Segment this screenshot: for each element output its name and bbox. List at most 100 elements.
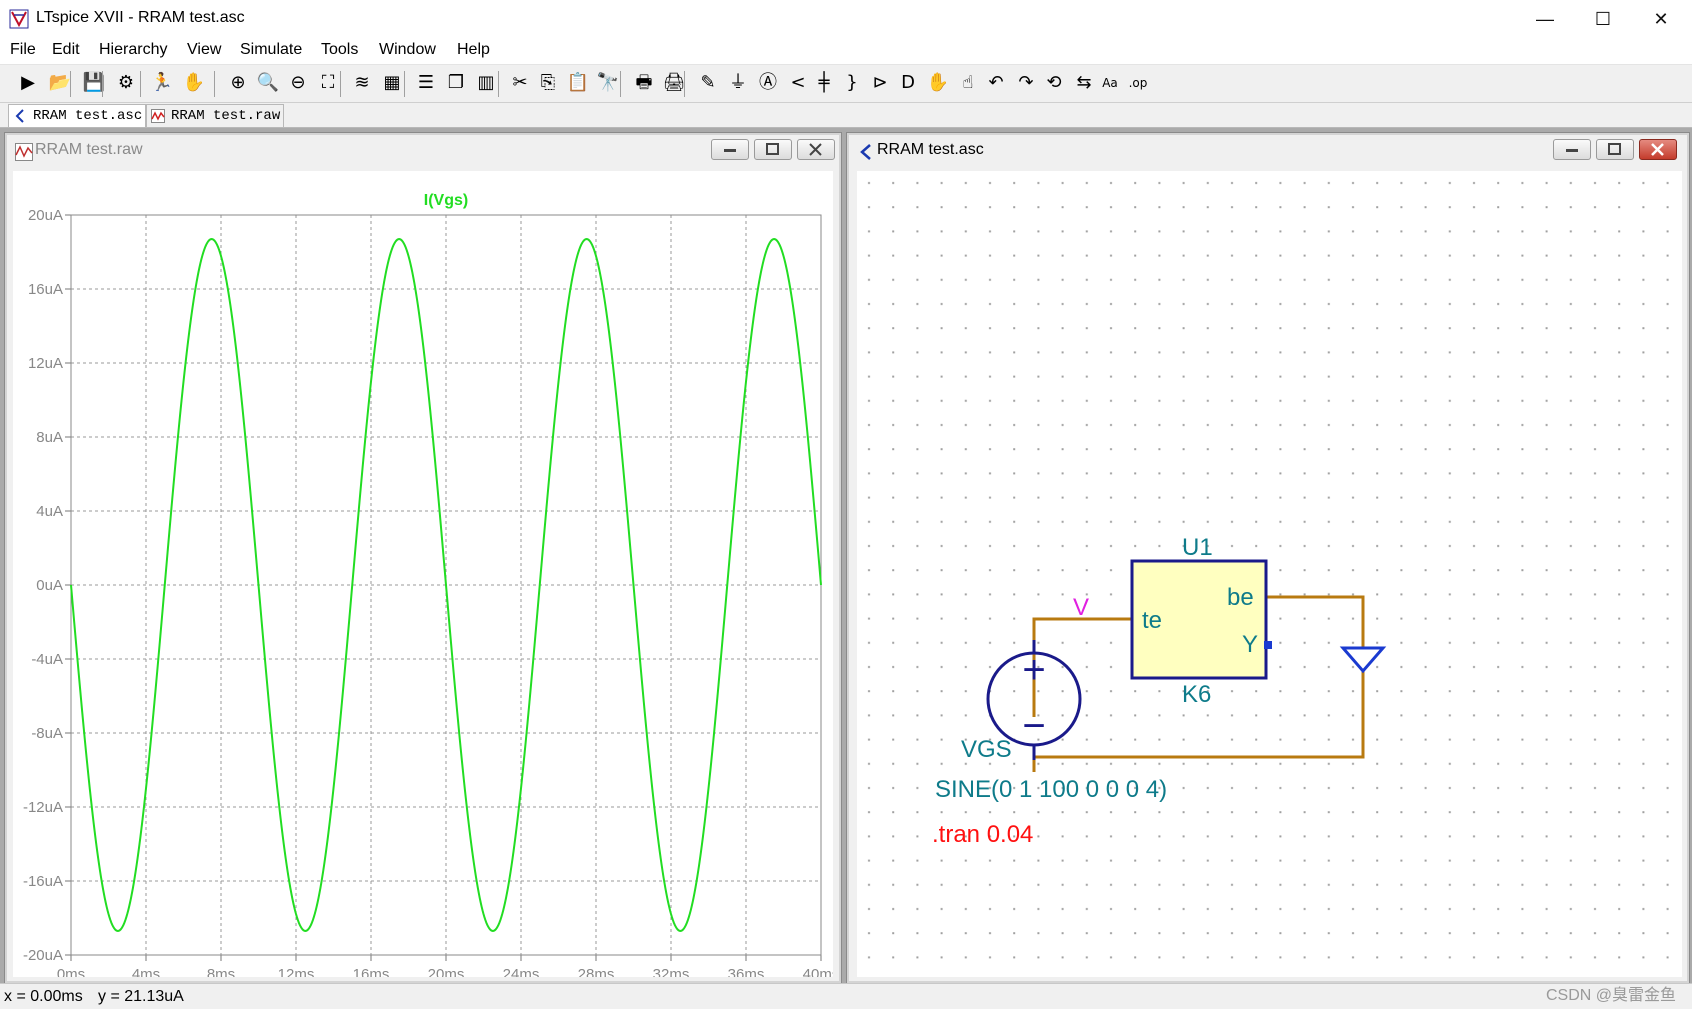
y-tick-label: -8uA — [31, 725, 63, 742]
halt-icon[interactable]: ✋ — [182, 71, 206, 95]
waveform-window[interactable]: RRAM test.raw 0ms 4ms 8ms 12ms 16ms 20ms 24ms 2… — [4, 132, 842, 984]
pin-be-label: be — [1227, 584, 1254, 611]
grid-icon[interactable]: ▦ — [380, 71, 404, 95]
zoom-fit-icon[interactable]: ⛶ — [316, 71, 340, 95]
cascade-icon[interactable]: ❐ — [444, 71, 468, 95]
tab-label: RRAM test.raw — [171, 108, 281, 124]
autorange-icon[interactable]: ≋ — [350, 71, 374, 95]
spice-directive[interactable]: .tran 0.04 — [932, 821, 1033, 848]
redo-icon[interactable]: ↷ — [1014, 71, 1038, 95]
open-icon[interactable]: 📂 — [48, 71, 72, 95]
status-bar: x = 0.00ms y = 21.13uA — [0, 983, 1692, 1009]
restore-icon — [1608, 143, 1621, 155]
waveform-minimize-button[interactable] — [711, 139, 749, 160]
find-icon[interactable]: 🔭 — [596, 71, 620, 95]
ltspice-app-icon — [9, 9, 29, 29]
schematic-icon — [860, 144, 871, 160]
schematic-minimize-button[interactable] — [1553, 139, 1591, 160]
zoom-out-icon[interactable]: ⊖ — [286, 71, 310, 95]
schematic-canvas[interactable]: U1 K6 te be Y + − VGS SINE(0 1 100 0 0 0… — [857, 171, 1682, 977]
x-tick-label: 20ms — [428, 966, 465, 977]
plot-background — [13, 171, 833, 977]
mirror-icon[interactable]: ⇆ — [1072, 71, 1096, 95]
title-bar: LTspice XVII - RRAM test.asc — ☐ ✕ — [0, 0, 1692, 38]
minimize-button[interactable]: — — [1516, 0, 1574, 38]
waveform-close-button[interactable] — [797, 139, 835, 160]
rotate-icon[interactable]: ⟲ — [1042, 71, 1066, 95]
menu-file[interactable]: File — [10, 41, 36, 59]
schematic-icon — [15, 109, 24, 123]
y-tick-label: -4uA — [31, 651, 63, 668]
x-tick-label: 16ms — [353, 966, 390, 977]
x-tick-label: 8ms — [207, 966, 235, 977]
schematic-window[interactable]: RRAM test.asc U1 K6 te be Y + − VGS SINE… — [846, 132, 1690, 984]
undo-icon[interactable]: ↶ — [984, 71, 1008, 95]
spice-directive-icon[interactable]: .op — [1126, 71, 1150, 95]
tab-rram-asc[interactable]: RRAM test.asc — [8, 104, 146, 127]
print-icon[interactable]: 🖶 — [632, 71, 656, 95]
tile-vertical-icon[interactable]: ▥ — [474, 71, 498, 95]
y-tick-label: 0uA — [36, 577, 63, 594]
x-tick-label: 40ms — [803, 966, 833, 977]
y-tick-label: -12uA — [23, 799, 63, 816]
minimize-icon: — — [1536, 8, 1554, 29]
menu-tools[interactable]: Tools — [321, 41, 358, 59]
draw-wire-icon[interactable]: ✎ — [696, 71, 720, 95]
trace-label[interactable]: I(Vgs) — [424, 192, 468, 209]
drag-icon[interactable]: ☝ — [956, 71, 980, 95]
inductor-icon[interactable]: } — [840, 71, 864, 95]
capacitor-icon[interactable]: ╪ — [812, 71, 836, 95]
cut-icon[interactable]: ✂ — [508, 71, 532, 95]
menu-hierarchy[interactable]: Hierarchy — [99, 41, 167, 59]
mdi-workspace: RRAM test.raw 0ms 4ms 8ms 12ms 16ms 20ms 24ms 2… — [0, 128, 1692, 984]
ground-icon[interactable]: ⏚ — [726, 71, 750, 95]
close-button[interactable]: ✕ — [1632, 0, 1690, 38]
text-icon[interactable]: Aa — [1098, 71, 1122, 95]
control-panel-icon[interactable]: ⚙ — [114, 71, 138, 95]
waveform-restore-button[interactable] — [754, 139, 792, 160]
schematic-close-button[interactable] — [1639, 139, 1677, 160]
menu-window[interactable]: Window — [379, 41, 436, 59]
zoom-pan-icon[interactable]: 🔍 — [256, 71, 280, 95]
x-tick-label: 12ms — [278, 966, 315, 977]
tile-horizontal-icon[interactable]: ☰ — [414, 71, 438, 95]
component-model: K6 — [1182, 681, 1211, 708]
close-icon: ✕ — [1653, 8, 1669, 29]
print-setup-icon[interactable]: 🖨 — [662, 71, 686, 95]
waveform-plot[interactable]: 0ms 4ms 8ms 12ms 16ms 20ms 24ms 28ms 32ms 36ms 40m… — [13, 171, 833, 977]
net-label-v[interactable]: V — [1073, 594, 1089, 621]
x-tick-label: 28ms — [578, 966, 615, 977]
resistor-icon[interactable]: < — [786, 71, 810, 95]
zoom-in-icon[interactable]: ⊕ — [226, 71, 250, 95]
component-icon[interactable]: D — [896, 71, 920, 95]
run-icon[interactable]: 🏃 — [150, 71, 174, 95]
waveform-icon — [15, 143, 33, 161]
maximize-button[interactable]: ☐ — [1574, 0, 1632, 38]
label-net-icon[interactable]: Ⓐ — [756, 71, 780, 95]
menu-help[interactable]: Help — [457, 41, 490, 59]
close-icon — [809, 143, 822, 156]
paste-icon[interactable]: 📋 — [566, 71, 590, 95]
schematic-restore-button[interactable] — [1596, 139, 1634, 160]
move-icon[interactable]: ✋ — [926, 71, 950, 95]
source-ref: VGS — [961, 736, 1012, 763]
menu-bar: File Edit Hierarchy View Simulate Tools … — [0, 38, 1692, 65]
menu-view[interactable]: View — [187, 41, 221, 59]
x-tick-label: 4ms — [132, 966, 160, 977]
status-x: x = 0.00ms — [4, 988, 83, 1005]
toolbar-separator — [620, 71, 621, 97]
new-schematic-icon[interactable]: ▶ — [16, 71, 40, 95]
component-ref: U1 — [1182, 534, 1213, 561]
tab-rram-raw[interactable]: RRAM test.raw — [146, 104, 284, 127]
source-value[interactable]: SINE(0 1 100 0 0 0 4) — [935, 776, 1167, 803]
diode-icon[interactable]: ⊳ — [868, 71, 892, 95]
status-y: y = 21.13uA — [98, 988, 184, 1005]
waveform-window-titlebar[interactable]: RRAM test.raw — [9, 137, 837, 163]
schematic-window-titlebar[interactable]: RRAM test.asc — [851, 137, 1685, 163]
pin-y-dot[interactable] — [1264, 641, 1272, 649]
copy-icon[interactable]: ⎘ — [536, 71, 560, 95]
menu-edit[interactable]: Edit — [52, 41, 80, 59]
toolbar-separator — [102, 71, 103, 97]
menu-simulate[interactable]: Simulate — [240, 41, 302, 59]
y-tick-label: -16uA — [23, 873, 63, 890]
